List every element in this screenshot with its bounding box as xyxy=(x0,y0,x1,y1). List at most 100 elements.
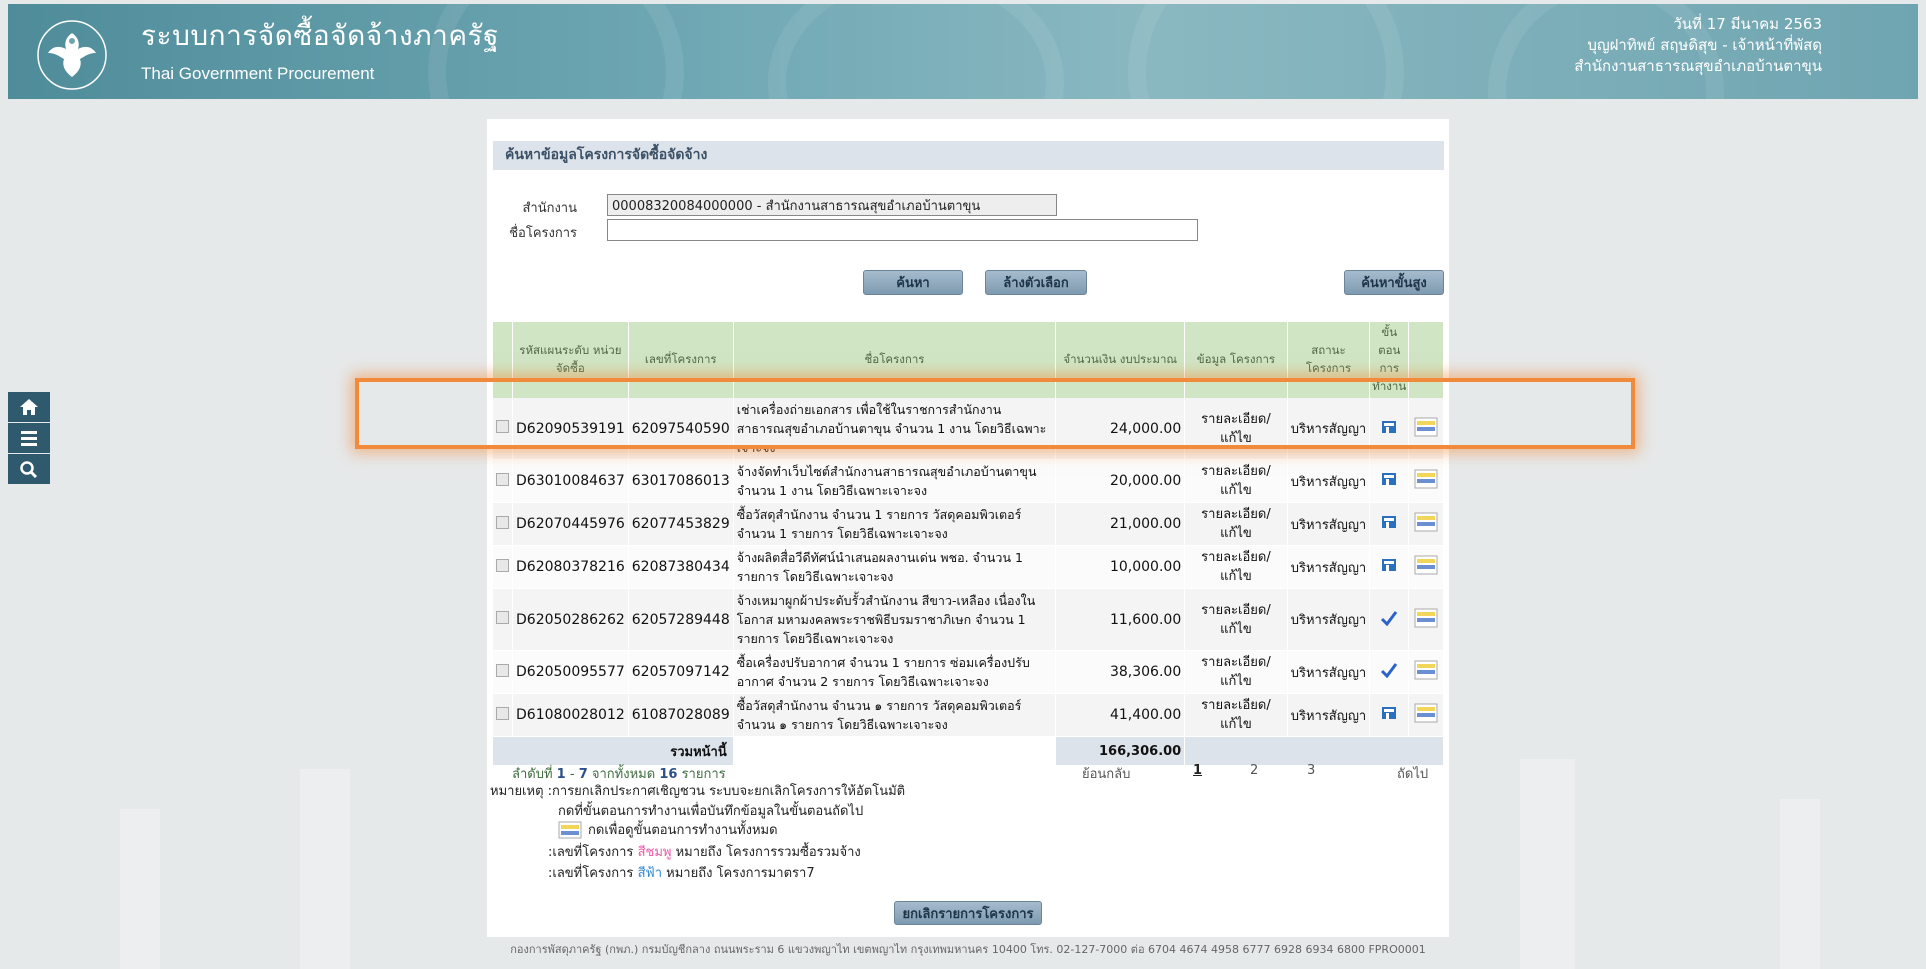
page-link-1[interactable]: 1 xyxy=(1193,763,1202,778)
clear-button[interactable]: ล้างตัวเลือก xyxy=(985,270,1087,295)
note-line-3-text: กดเพื่อดูขั้นตอนการทำงานทั้งหมด xyxy=(588,823,778,838)
project-no: 62087380434 xyxy=(628,545,734,589)
project-name: ซื้อวัสดุสำนักงาน จำนวน ๑ รายการ วัสดุคอ… xyxy=(733,693,1057,737)
project-name-field[interactable] xyxy=(607,219,1198,241)
project-name: จ้างผลิตสื่อวีดีทัศน์นำเสนอผลงานเด่น พชอ… xyxy=(733,545,1057,589)
pager-prev[interactable]: ย้อนกลับ xyxy=(1082,763,1130,784)
page-link-2[interactable]: 2 xyxy=(1250,763,1258,778)
advanced-search-button[interactable]: ค้นหาขั้นสูง xyxy=(1344,270,1444,295)
row-select[interactable] xyxy=(493,588,513,651)
table-row: D62080378216 62087380434 จ้างผลิตสื่อวีดีท… xyxy=(493,545,1444,589)
step-action[interactable] xyxy=(1369,588,1410,651)
view-steps[interactable] xyxy=(1408,693,1444,737)
view-steps[interactable] xyxy=(1408,398,1444,460)
menu-button[interactable] xyxy=(8,423,50,453)
detail-edit-link[interactable]: รายละเอียด/แก้ไข xyxy=(1184,693,1288,737)
detail-edit-link[interactable]: รายละเอียด/แก้ไข xyxy=(1184,588,1288,651)
plan-code: D62050095577 xyxy=(512,650,629,694)
document-icon xyxy=(1382,707,1397,719)
plan-code: D62050286262 xyxy=(512,588,629,651)
project-name: จ้างเหมาผูกผ้าประดับรั้วสำนักงาน สีขาว-เ… xyxy=(733,588,1057,651)
note-line-1: หมายเหตุ :การยกเลิกประกาศเชิญชวน ระบบจะย… xyxy=(490,784,906,799)
view-steps[interactable] xyxy=(1408,588,1444,651)
table-row: D62070445976 62077453829 ซื้อวัสดุสำนักงาน… xyxy=(493,502,1444,546)
row-checkbox[interactable] xyxy=(496,558,509,572)
steps-list-icon xyxy=(1414,469,1438,489)
row-checkbox[interactable] xyxy=(496,515,509,529)
cancel-project-button[interactable]: ยกเลิกรายการโครงการ xyxy=(894,901,1042,925)
home-button[interactable] xyxy=(8,392,50,422)
header-step: ขั้น ตอน การ ทำงาน xyxy=(1369,322,1410,398)
project-no: 62057289448 xyxy=(628,588,734,651)
note-line-4-prefix: :เลขที่โครงการ xyxy=(548,845,634,860)
steps-list-icon xyxy=(558,821,582,838)
note-line-5-prefix: :เลขที่โครงการ xyxy=(548,866,634,881)
row-checkbox[interactable] xyxy=(496,663,509,677)
row-select[interactable] xyxy=(493,398,513,460)
temple-silhouette xyxy=(120,809,160,969)
detail-edit-link[interactable]: รายละเอียด/แก้ไข xyxy=(1184,545,1288,589)
footer: กองการพัสดุภาครัฐ (กพภ.) กรมบัญชีกลาง ถน… xyxy=(510,943,1426,956)
step-action[interactable] xyxy=(1369,650,1410,694)
header-project-name: ชื่อโครงการ xyxy=(733,322,1057,398)
garuda-logo[interactable] xyxy=(36,19,108,91)
temple-silhouette xyxy=(1520,759,1575,969)
step-action[interactable] xyxy=(1369,398,1410,460)
office-field[interactable] xyxy=(607,194,1057,216)
row-select[interactable] xyxy=(493,545,513,589)
steps-list-icon xyxy=(1414,703,1438,723)
view-steps[interactable] xyxy=(1408,650,1444,694)
plan-code: D62070445976 xyxy=(512,502,629,546)
step-action[interactable] xyxy=(1369,693,1410,737)
project-status: บริหารสัญญา xyxy=(1287,650,1371,694)
temple-silhouette xyxy=(1780,799,1820,969)
budget-amount: 41,400.00 xyxy=(1055,693,1186,737)
budget-amount: 24,000.00 xyxy=(1055,398,1186,460)
view-steps[interactable] xyxy=(1408,502,1444,546)
search-button[interactable]: ค้นหา xyxy=(863,270,963,295)
step-action[interactable] xyxy=(1369,459,1410,503)
project-no: 62097540590 xyxy=(628,398,734,460)
view-steps[interactable] xyxy=(1408,545,1444,589)
project-status: บริหารสัญญา xyxy=(1287,398,1371,460)
document-icon xyxy=(1382,516,1397,528)
detail-edit-link[interactable]: รายละเอียด/แก้ไข xyxy=(1184,650,1288,694)
check-icon xyxy=(1381,663,1398,679)
detail-edit-link[interactable]: รายละเอียด/แก้ไข xyxy=(1184,459,1288,503)
row-checkbox[interactable] xyxy=(496,472,509,486)
search-button-side[interactable] xyxy=(8,454,50,484)
note-line-5-suffix: หมายถึง โครงการมาตรา7 xyxy=(666,866,815,881)
project-name: ซื้อวัสดุสำนักงาน จำนวน 1 รายการ วัสดุคอ… xyxy=(733,502,1057,546)
budget-amount: 10,000.00 xyxy=(1055,545,1186,589)
header-view xyxy=(1408,322,1444,398)
row-select[interactable] xyxy=(493,459,513,503)
pager-next[interactable]: ถัดไป xyxy=(1397,763,1428,784)
page-link-3[interactable]: 3 xyxy=(1307,763,1315,778)
row-select[interactable] xyxy=(493,693,513,737)
view-steps[interactable] xyxy=(1408,459,1444,503)
project-table: รหัสแผนระดับ หน่วยจัดซื้อ เลขที่โครงการ … xyxy=(493,322,1444,766)
header-budget: จำนวนเงิน งบประมาณ xyxy=(1055,322,1186,398)
row-checkbox[interactable] xyxy=(496,420,509,433)
note-line-3: กดเพื่อดูขั้นตอนการทำงานทั้งหมด xyxy=(558,819,778,840)
app-title: ระบบการจัดซื้อจัดจ้างภาครัฐ xyxy=(141,19,500,52)
plan-code: D62090539191 xyxy=(512,398,629,460)
current-date: วันที่ 17 มีนาคม 2563 xyxy=(1673,15,1822,33)
note-line-4-color: สีชมพู xyxy=(637,845,672,860)
row-select[interactable] xyxy=(493,502,513,546)
row-checkbox[interactable] xyxy=(496,706,509,720)
table-row: D62090539191 62097540590 เช่าเครื่องถ่ายเอ… xyxy=(493,398,1444,460)
header-ornament xyxy=(1128,4,1404,99)
note-line-2: กดที่ขั้นตอนการทำงานเพื่อบันทึกข้อมูลในข… xyxy=(558,804,864,819)
project-no: 61087028089 xyxy=(628,693,734,737)
header-plan-code: รหัสแผนระดับ หน่วยจัดซื้อ xyxy=(512,322,629,398)
detail-edit-link[interactable]: รายละเอียด/แก้ไข xyxy=(1184,398,1288,460)
row-select[interactable] xyxy=(493,650,513,694)
row-checkbox[interactable] xyxy=(496,611,509,624)
user-office: สำนักงานสาธารณสุขอำเภอบ้านตาขุน xyxy=(1574,57,1822,75)
step-action[interactable] xyxy=(1369,502,1410,546)
step-action[interactable] xyxy=(1369,545,1410,589)
detail-edit-link[interactable]: รายละเอียด/แก้ไข xyxy=(1184,502,1288,546)
app-subtitle: Thai Government Procurement xyxy=(141,64,375,83)
menu-icon xyxy=(21,431,37,446)
